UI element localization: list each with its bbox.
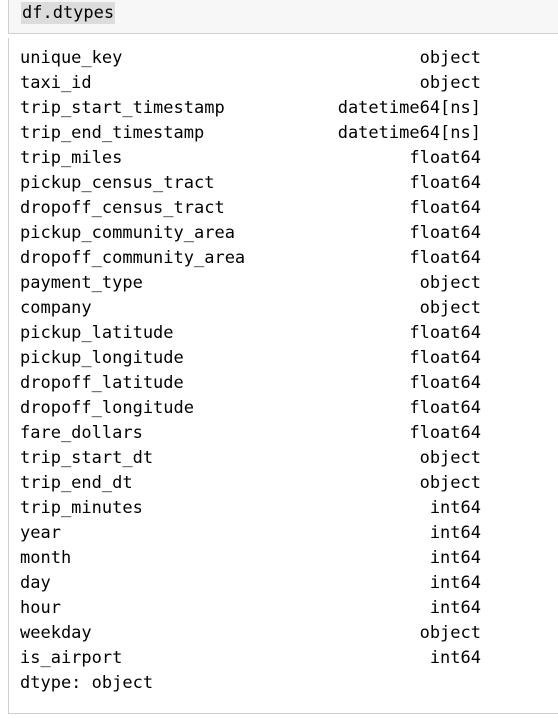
column-name: trip_end_timestamp	[20, 123, 205, 143]
column-name: month	[20, 548, 72, 568]
dtype-row: day int64	[20, 571, 481, 596]
dtype-row: unique_key object	[20, 46, 481, 71]
dtype-row: pickup_longitude float64	[20, 346, 481, 371]
column-name: is_airport	[20, 648, 123, 668]
column-name: trip_start_timestamp	[20, 98, 225, 118]
dtype-footer: dtype: object	[20, 671, 481, 696]
dtype-row: trip_end_dt object	[20, 471, 481, 496]
column-dtype: datetime64[ns]	[337, 123, 481, 143]
column-name: payment_type	[20, 273, 143, 293]
dtype-row: company object	[20, 296, 481, 321]
dtype-row: payment_type object	[20, 271, 481, 296]
dtype-row: trip_miles float64	[20, 146, 481, 171]
column-name: trip_miles	[20, 148, 123, 168]
dtype-row: dropoff_census_tract float64	[20, 196, 481, 221]
column-name: pickup_longitude	[20, 348, 184, 368]
column-dtype: float64	[409, 148, 481, 168]
column-dtype: object	[419, 273, 481, 293]
dtype-row: taxi_id object	[20, 71, 481, 96]
column-dtype: float64	[409, 348, 481, 368]
column-dtype: object	[419, 48, 481, 68]
dtype-row: pickup_community_area float64	[20, 221, 481, 246]
dtype-row: trip_minutes int64	[20, 496, 481, 521]
column-name: trip_start_dt	[20, 448, 154, 468]
dtype-row: dropoff_community_area float64	[20, 246, 481, 271]
column-name: dropoff_longitude	[20, 398, 194, 418]
column-dtype: float64	[409, 223, 481, 243]
dtype-row: dropoff_latitude float64	[20, 371, 481, 396]
column-dtype: int64	[429, 648, 481, 668]
column-dtype: object	[419, 623, 481, 643]
column-name: dropoff_census_tract	[20, 198, 225, 218]
column-name: trip_end_dt	[20, 473, 133, 493]
dtype-row: month int64	[20, 546, 481, 571]
column-name: pickup_community_area	[20, 223, 235, 243]
column-dtype: object	[419, 298, 481, 318]
dtype-row: hour int64	[20, 596, 481, 621]
column-name: year	[20, 523, 61, 543]
column-name: day	[20, 573, 51, 593]
column-name: weekday	[20, 623, 92, 643]
column-dtype: int64	[429, 523, 481, 543]
column-dtype: object	[419, 73, 481, 93]
column-name: taxi_id	[20, 73, 92, 93]
column-name: fare_dollars	[20, 423, 143, 443]
column-dtype: int64	[429, 598, 481, 618]
dtype-row: pickup_census_tract float64	[20, 171, 481, 196]
column-name: company	[20, 298, 92, 318]
dtype-row: trip_start_timestamp datetime64[ns]	[20, 96, 481, 121]
column-name: unique_key	[20, 48, 123, 68]
dtype-row: trip_start_dt object	[20, 446, 481, 471]
dtype-row: pickup_latitude float64	[20, 321, 481, 346]
dtype-row: fare_dollars float64	[20, 421, 481, 446]
code-text[interactable]: df.dtypes	[21, 2, 116, 24]
column-dtype: float64	[409, 398, 481, 418]
dtype-row: weekday object	[20, 621, 481, 646]
column-dtype: int64	[429, 498, 481, 518]
dtype-footer-text: dtype: object	[20, 673, 154, 693]
output-area: unique_key object taxi_id object trip_start_…	[8, 38, 558, 714]
column-dtype: float64	[409, 198, 481, 218]
column-name: pickup_census_tract	[20, 173, 215, 193]
column-name: hour	[20, 598, 61, 618]
dtype-row: year int64	[20, 521, 481, 546]
column-dtype: int64	[429, 573, 481, 593]
column-dtype: object	[419, 473, 481, 493]
column-dtype: float64	[409, 173, 481, 193]
column-dtype: float64	[409, 323, 481, 343]
code-input-cell[interactable]: df.dtypes	[8, 0, 558, 34]
column-dtype: datetime64[ns]	[337, 98, 481, 118]
dtype-row: trip_end_timestamp datetime64[ns]	[20, 121, 481, 146]
column-name: trip_minutes	[20, 498, 143, 518]
column-dtype: int64	[429, 548, 481, 568]
column-dtype: float64	[409, 248, 481, 268]
column-dtype: object	[419, 448, 481, 468]
column-dtype: float64	[409, 423, 481, 443]
column-dtype: float64	[409, 373, 481, 393]
dtype-row: is_airport int64	[20, 646, 481, 671]
dtype-row: dropoff_longitude float64	[20, 396, 481, 421]
column-name: pickup_latitude	[20, 323, 174, 343]
column-name: dropoff_latitude	[20, 373, 184, 393]
column-name: dropoff_community_area	[20, 248, 246, 268]
